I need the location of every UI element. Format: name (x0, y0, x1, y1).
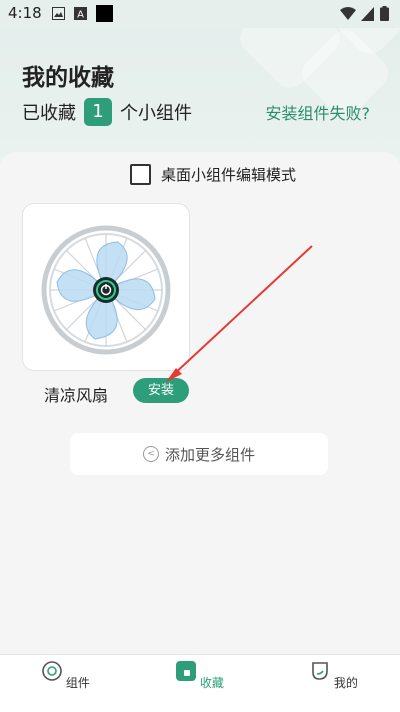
battery-icon (380, 6, 389, 21)
collection-header: 我的收藏 已收藏 1 个小组件 安装组件失败? (0, 28, 400, 158)
signal-icon (361, 7, 374, 21)
fan-icon (41, 225, 171, 355)
tab-label: 我的 (333, 676, 358, 690)
tab-widgets[interactable]: 组件 (36, 661, 96, 691)
widget-circle-icon (42, 661, 62, 681)
tab-label: 收藏 (199, 676, 224, 690)
profile-leaf-icon (312, 662, 328, 680)
page-title: 我的收藏 (22, 65, 114, 91)
install-failed-link[interactable]: 安装组件失败? (266, 100, 371, 124)
install-button[interactable]: 安装 (133, 378, 189, 403)
status-time: 4:18 (8, 4, 42, 22)
tab-profile[interactable]: 我的 (304, 661, 364, 691)
count-suffix: 个小组件 (120, 103, 192, 124)
svg-text:A: A (77, 10, 84, 21)
edit-mode-label: 桌面小组件编辑模式 (161, 166, 297, 184)
black-square-icon (96, 5, 113, 22)
add-more-label: 添加更多组件 (164, 445, 255, 464)
widget-card-fan[interactable] (22, 203, 190, 371)
count-badge: 1 (84, 98, 112, 126)
circle-arrow-icon: < (142, 446, 159, 462)
status-bar: 4:18 A (0, 0, 400, 28)
wifi-icon (340, 7, 356, 20)
favorites-icon (176, 661, 197, 681)
collection-count: 已收藏 1 个小组件 (22, 98, 192, 126)
widget-name: 清凉风扇 (44, 386, 109, 405)
edit-mode-toggle[interactable]: 桌面小组件编辑模式 (130, 164, 296, 185)
favorites-panel: 桌面小组件编辑模式 清凉风扇 安装 < 添加更多组件 (0, 152, 400, 654)
count-prefix: 已收藏 (22, 103, 76, 124)
a-notification-icon: A (74, 7, 87, 20)
tab-label: 组件 (65, 676, 90, 690)
tab-favorites[interactable]: 收藏 (170, 661, 230, 691)
bottom-tab-bar: 组件 收藏 我的 (0, 654, 400, 712)
image-notification-icon (52, 7, 65, 20)
add-more-widgets-button[interactable]: < 添加更多组件 (70, 433, 328, 475)
edit-mode-checkbox[interactable] (130, 164, 151, 185)
